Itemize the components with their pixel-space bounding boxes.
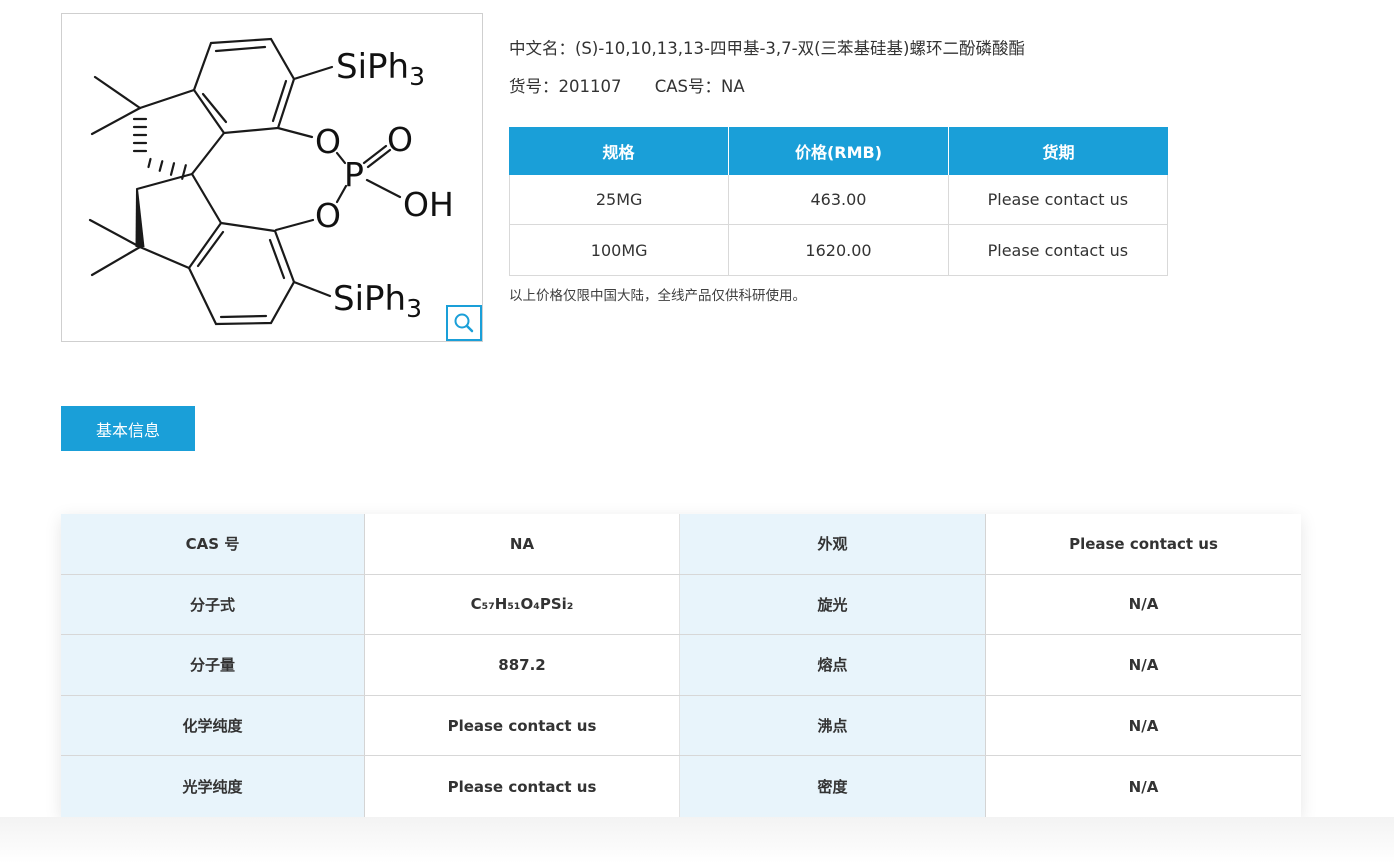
molecule-structure-card: SiPh3 SiPh3 O O P OH O: [61, 13, 483, 342]
oxygen-bottom-label: O: [315, 196, 341, 235]
price-table: 规格 价格(RMB) 货期 25MG 463.00 Please contact…: [509, 127, 1168, 276]
item-no-label: 货号：: [509, 77, 559, 96]
info-value: N/A: [986, 635, 1301, 695]
product-name-cn: 中文名：(S)-10,10,13,13-四甲基-3,7-双(三苯基硅基)螺环二酚…: [509, 35, 1025, 59]
info-value: Please contact us: [986, 514, 1301, 574]
info-label: 分子式: [61, 575, 365, 635]
tab-basic-info[interactable]: 基本信息: [61, 406, 195, 451]
price-cell-leadtime: Please contact us: [949, 225, 1167, 275]
info-value: C₅₇H₅₁O₄PSi₂: [365, 575, 680, 635]
info-value: N/A: [986, 696, 1301, 756]
price-header-price: 价格(RMB): [729, 127, 949, 175]
info-value: 887.2: [365, 635, 680, 695]
info-row: 分子量 887.2 熔点 N/A: [61, 635, 1301, 696]
info-value: Please contact us: [365, 696, 680, 756]
oxygen-top-label: O: [315, 122, 341, 161]
magnifier-icon: [453, 312, 475, 334]
price-header-leadtime: 货期: [949, 127, 1168, 175]
product-meta-line: 货号：201107 CAS号：NA: [509, 73, 745, 97]
price-cell-price: 1620.00: [729, 225, 948, 275]
price-table-header: 规格 价格(RMB) 货期: [509, 127, 1168, 175]
info-row: CAS 号 NA 外观 Please contact us: [61, 514, 1301, 575]
price-row: 100MG 1620.00 Please contact us: [510, 225, 1167, 275]
price-cell-spec: 25MG: [510, 175, 729, 224]
item-no-value: 201107: [559, 77, 622, 96]
info-label: 熔点: [680, 635, 986, 695]
info-label: 密度: [680, 756, 986, 817]
cas-no-label: CAS号：: [655, 77, 721, 96]
hydroxyl-label: OH: [403, 185, 454, 224]
info-label: 光学纯度: [61, 756, 365, 817]
info-label: CAS 号: [61, 514, 365, 574]
basic-info-table: CAS 号 NA 外观 Please contact us 分子式 C₅₇H₅₁…: [61, 514, 1301, 817]
price-cell-price: 463.00: [729, 175, 948, 224]
price-row: 25MG 463.00 Please contact us: [510, 175, 1167, 225]
info-label: 分子量: [61, 635, 365, 695]
info-row: 光学纯度 Please contact us 密度 N/A: [61, 756, 1301, 817]
zoom-structure-button[interactable]: [446, 305, 482, 341]
info-value: N/A: [986, 756, 1301, 817]
cas-no-value: NA: [721, 77, 745, 96]
page-footer-band: [0, 817, 1394, 863]
info-value: Please contact us: [365, 756, 680, 817]
info-row: 分子式 C₅₇H₅₁O₄PSi₂ 旋光 N/A: [61, 575, 1301, 636]
info-label: 沸点: [680, 696, 986, 756]
info-label: 外观: [680, 514, 986, 574]
phosphorus-label: P: [344, 155, 364, 194]
info-value: N/A: [986, 575, 1301, 635]
info-row: 化学纯度 Please contact us 沸点 N/A: [61, 696, 1301, 757]
siph3-label-bottom: SiPh3: [333, 279, 422, 323]
info-label: 化学纯度: [61, 696, 365, 756]
info-value: NA: [365, 514, 680, 574]
price-header-spec: 规格: [509, 127, 729, 175]
molecule-structure-drawing: SiPh3 SiPh3 O O P OH O: [62, 14, 482, 341]
info-label: 旋光: [680, 575, 986, 635]
price-cell-spec: 100MG: [510, 225, 729, 275]
oxygen-double-label: O: [387, 120, 413, 159]
price-table-body: 25MG 463.00 Please contact us 100MG 1620…: [509, 175, 1168, 276]
siph3-label-top: SiPh3: [336, 47, 425, 91]
wedge-bond: [136, 189, 145, 247]
price-disclaimer: 以上价格仅限中国大陆，全线产品仅供科研使用。: [509, 284, 806, 304]
price-cell-leadtime: Please contact us: [949, 175, 1167, 224]
